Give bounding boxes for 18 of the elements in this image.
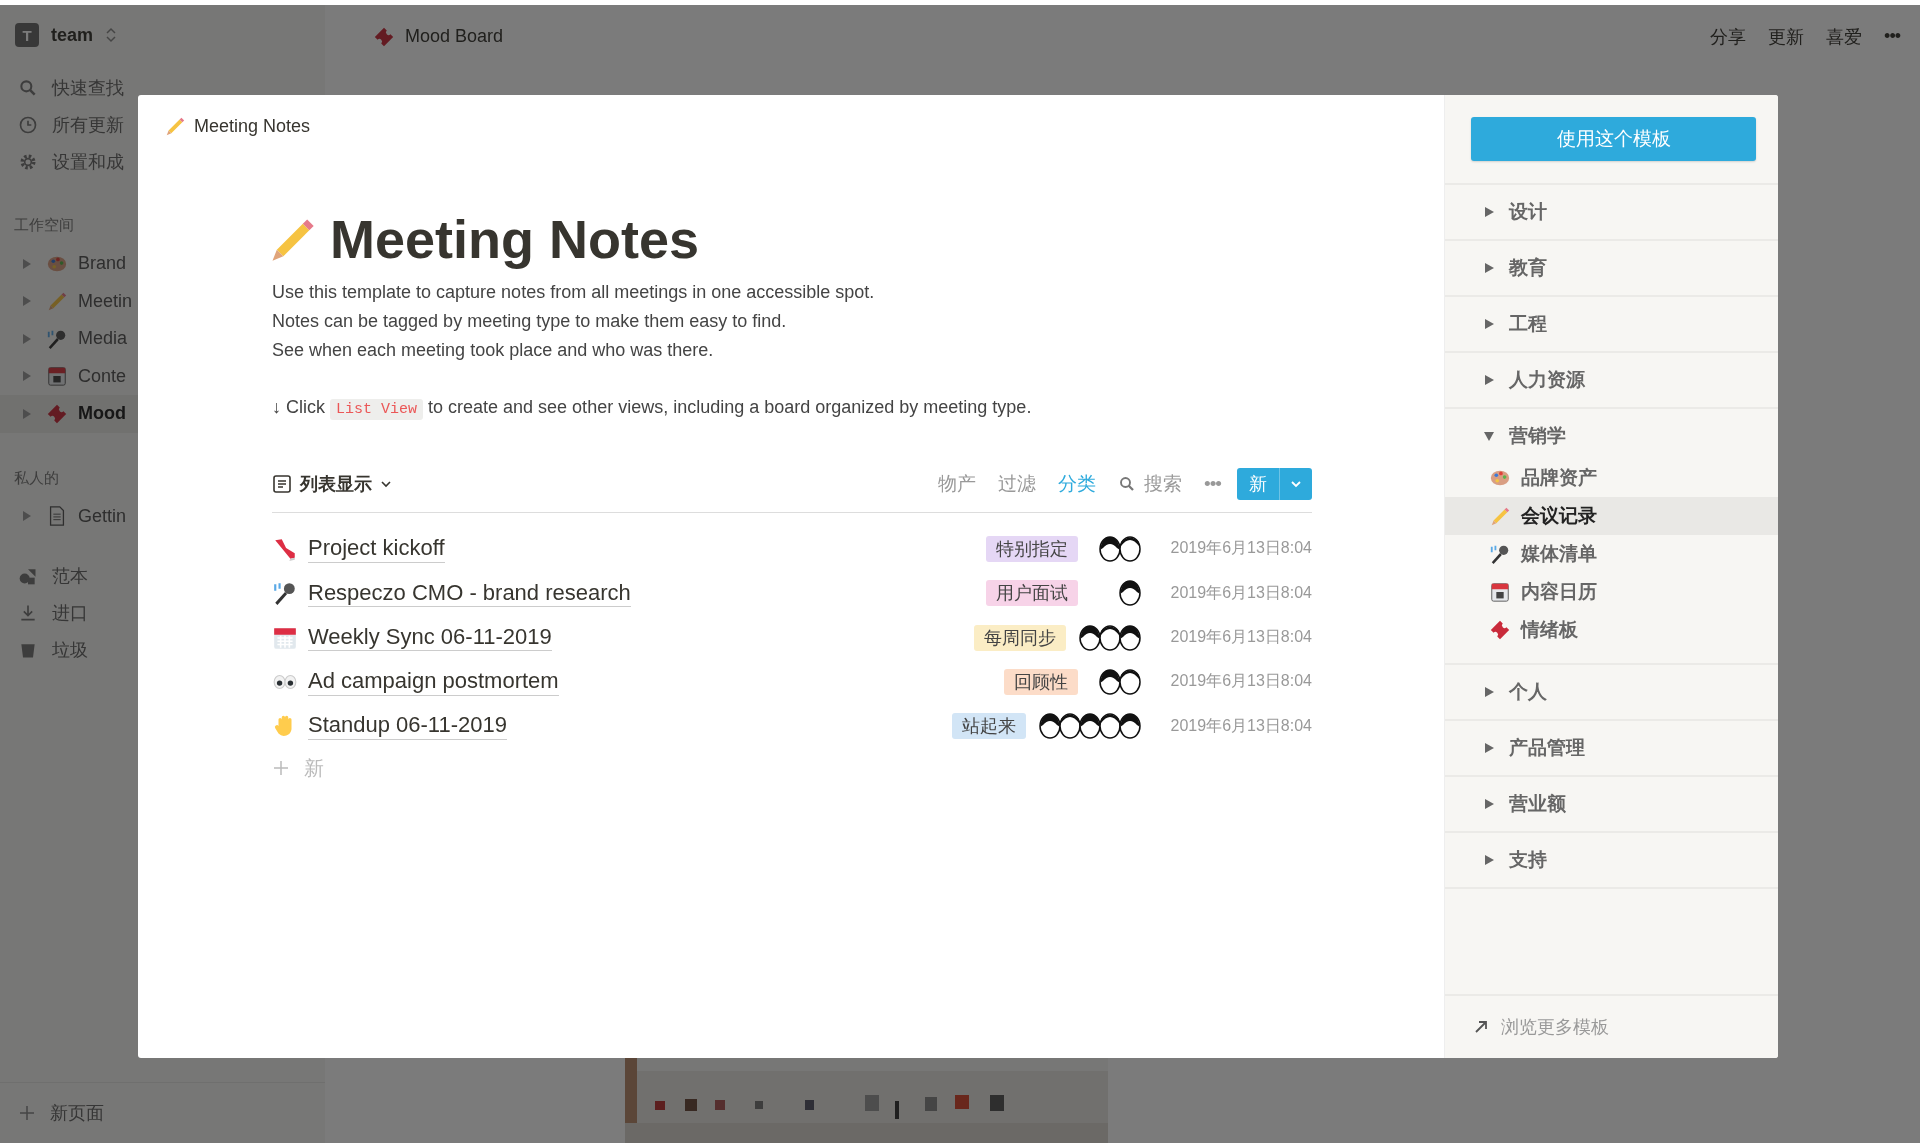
page-title: Meeting Notes <box>330 208 700 271</box>
section-heading: 私人的 <box>14 468 59 488</box>
meeting-type-tag: 每周同步 <box>974 624 1066 651</box>
date-text: 2019年6月13日8:04 <box>1169 627 1312 648</box>
description-line: See when each meeting took place and who was there. <box>272 338 715 362</box>
description-line: Notes can be tagged by meeting type to make them easy to find. <box>272 309 788 333</box>
date-text: 2019年6月13日8:04 <box>1169 538 1312 559</box>
meeting-type-tag: 用户面试 <box>986 580 1078 607</box>
meeting-type-tag: 特别指定 <box>986 535 1078 562</box>
hint-text: ↓ Click List View to create and see other views, including a board organized by meeting type. <box>272 395 1033 422</box>
date-text: 2019年6月13日8:04 <box>1169 671 1312 692</box>
meeting-type-tag: 回顾性 <box>1004 668 1078 695</box>
workspace-avatar: T <box>15 23 39 47</box>
dialog-title: Meeting Notes <box>194 115 311 137</box>
date-text: 2019年6月13日8:04 <box>1169 715 1312 736</box>
description-line: Use this template to capture notes from all meetings in one accessible spot. <box>272 280 876 304</box>
date-text: 2019年6月13日8:04 <box>1169 582 1312 603</box>
meeting-type-tag: 站起来 <box>952 713 1026 740</box>
